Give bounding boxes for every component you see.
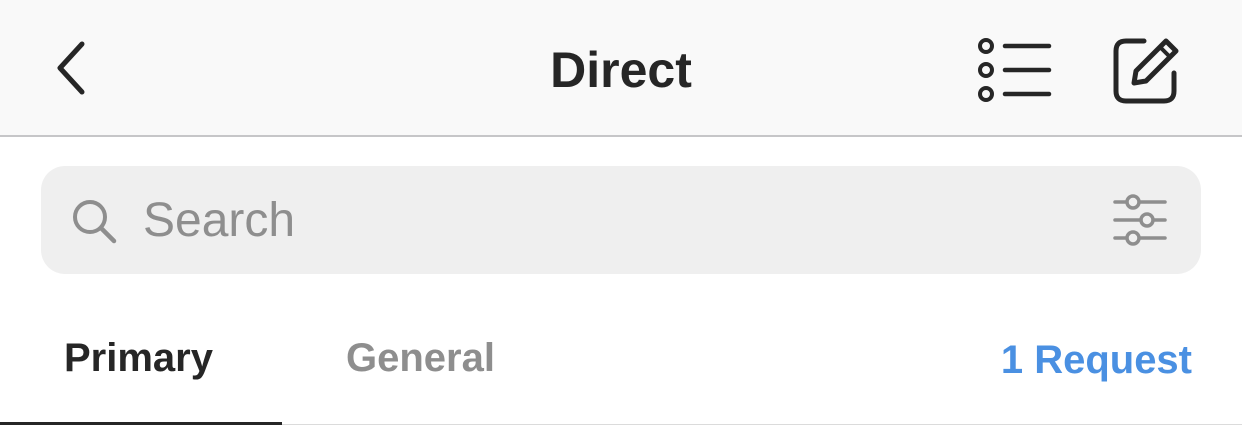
- chevron-left-icon: [57, 41, 85, 95]
- requests-link[interactable]: 1 Request: [1001, 332, 1192, 388]
- direct-messages-screen: Direct Search Primary General 1 Request: [0, 0, 1242, 437]
- back-button[interactable]: [40, 30, 104, 106]
- search-input[interactable]: [143, 180, 1083, 260]
- search-bar[interactable]: [41, 166, 1201, 274]
- tab-general[interactable]: General: [346, 330, 495, 386]
- filter-icon: [1113, 194, 1167, 246]
- compose-icon: [1113, 38, 1179, 104]
- active-tab-indicator: [0, 422, 282, 425]
- nav-header: Direct: [0, 0, 1242, 137]
- search-icon: [73, 200, 117, 244]
- new-message-button[interactable]: [1104, 30, 1190, 110]
- list-icon: [978, 38, 1052, 102]
- tab-primary[interactable]: Primary: [64, 330, 213, 386]
- filter-button[interactable]: [1109, 190, 1171, 250]
- list-view-button[interactable]: [970, 30, 1060, 110]
- inbox-tabs: Primary General 1 Request: [0, 300, 1242, 437]
